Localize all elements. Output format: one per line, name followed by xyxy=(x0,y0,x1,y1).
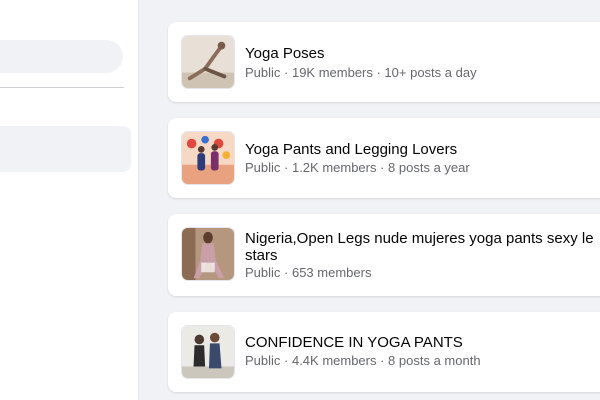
group-name[interactable]: Yoga Pants and Legging Lovers xyxy=(245,140,600,159)
group-thumbnail[interactable] xyxy=(181,35,235,89)
group-thumbnail[interactable] xyxy=(181,131,235,185)
group-meta: Public · 653 members xyxy=(245,265,372,280)
sidebar-divider xyxy=(0,87,124,88)
group-results-list: Yoga Poses Public · 19K members · 10+ po… xyxy=(138,0,600,400)
sidebar-selected-item[interactable] xyxy=(0,126,131,172)
group-thumbnail[interactable] xyxy=(181,227,235,281)
left-sidebar xyxy=(0,0,139,400)
people-photo-icon xyxy=(182,326,234,378)
group-card-yoga-pants-legging-lovers[interactable]: Yoga Pants and Legging Lovers Public · 1… xyxy=(168,118,600,198)
group-card-confidence-in-yoga-pants[interactable]: CONFIDENCE IN YOGA PANTS Public · 4.4K m… xyxy=(168,312,600,392)
group-card-yoga-poses[interactable]: Yoga Poses Public · 19K members · 10+ po… xyxy=(168,22,600,102)
group-meta: Public · 19K members · 10+ posts a day xyxy=(245,65,477,80)
illustration-icon xyxy=(182,132,234,184)
group-thumbnail[interactable] xyxy=(181,325,235,379)
group-name[interactable]: CONFIDENCE IN YOGA PANTS xyxy=(245,333,600,352)
group-meta: Public · 1.2K members · 8 posts a year xyxy=(245,160,470,175)
yoga-pose-photo-icon xyxy=(182,36,234,88)
group-card-nigeria-open-legs[interactable]: Nigeria,Open Legs nude mujeres yoga pant… xyxy=(168,214,600,296)
group-name-line-2[interactable]: stars xyxy=(245,246,600,265)
group-name[interactable]: Yoga Poses xyxy=(245,44,600,63)
person-photo-icon xyxy=(182,228,234,280)
sidebar-search-input[interactable] xyxy=(0,40,123,73)
group-meta: Public · 4.4K members · 8 posts a month xyxy=(245,353,481,368)
